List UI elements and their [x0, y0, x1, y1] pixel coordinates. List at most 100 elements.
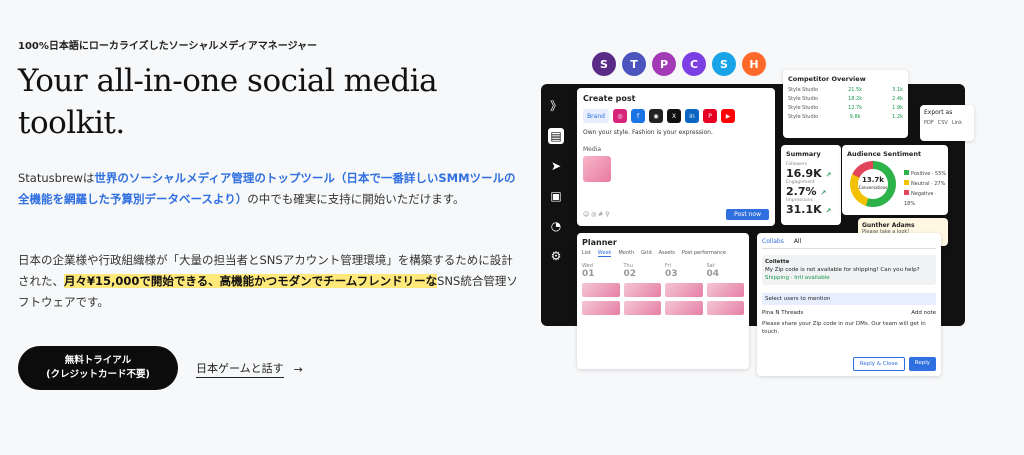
tab-post-performance[interactable]: Post performance: [682, 250, 726, 257]
planner-day: Fri 03: [665, 263, 703, 315]
competitor-value: 12.7k: [848, 105, 863, 111]
tab-collabs[interactable]: Collabs: [762, 238, 784, 245]
compose-icon[interactable]: ▤: [548, 128, 564, 144]
legend-item: Negative · 18%: [904, 189, 948, 209]
arrow-right-icon: →: [293, 362, 303, 376]
composer-tools: ☺ ◎ # ⚲: [583, 211, 610, 218]
competitor-name: Style Studio: [788, 96, 819, 102]
media-thumbnail[interactable]: [583, 156, 611, 182]
assignee-row: Pina N Threads Add note: [762, 310, 936, 316]
table-row: Style Studio 9.8k 1.2k: [788, 114, 903, 120]
inbox-icon[interactable]: ▣: [548, 188, 564, 204]
scheduled-post[interactable]: [623, 301, 661, 315]
assignee-name[interactable]: Pina N Threads: [762, 310, 803, 316]
reply-input[interactable]: Please share your Zip code in our DMs. O…: [762, 320, 936, 336]
slack-icon: S: [592, 52, 616, 76]
scheduled-post[interactable]: [582, 283, 620, 297]
publish-icon[interactable]: ➤: [548, 158, 564, 174]
audience-title: Audience Sentiment: [847, 150, 922, 158]
statusbrew-logo-icon[interactable]: 》: [548, 98, 564, 114]
youtube-icon[interactable]: ▶: [721, 109, 735, 123]
settings-icon[interactable]: ⚙: [548, 248, 564, 264]
competitor-title: Competitor Overview: [788, 75, 866, 83]
hero-paragraph-1: Statusbrewは世界のソーシャルメディア管理のトップツール（日本で一番詳し…: [18, 168, 523, 210]
legend-label: Positive · 55%: [911, 171, 947, 177]
mention-bar[interactable]: Select users to mention: [762, 293, 936, 305]
post-caption-input[interactable]: Own your style. Fashion is your expressi…: [583, 129, 769, 136]
tab-grid[interactable]: Grid: [641, 250, 652, 257]
network-selector: Brand ◎ f ◉ X in P ▶: [583, 109, 769, 123]
export-csv-button[interactable]: CSV: [938, 120, 948, 126]
competitor-value: 1.2k: [892, 114, 903, 120]
inbox-card: Collabs All Collette My Zip code is not …: [757, 233, 941, 376]
incoming-message: Collette My Zip code is not available fo…: [762, 255, 936, 285]
add-note-button[interactable]: Add note: [911, 310, 936, 316]
linkedin-icon[interactable]: in: [685, 109, 699, 123]
competitor-value: 21.5k: [848, 87, 863, 93]
reply-button[interactable]: Reply: [908, 357, 936, 371]
p1-pre: Statusbrewは: [18, 171, 95, 185]
trend-up-icon: ↗: [825, 207, 832, 215]
metric-value: 2.7%: [786, 185, 817, 198]
hero-headline: Your all-in-one social media toolkit.: [18, 63, 438, 141]
facebook-icon[interactable]: f: [631, 109, 645, 123]
canva-icon: C: [682, 52, 706, 76]
competitor-name: Style Studio: [788, 105, 819, 111]
salesforce-icon: S: [712, 52, 736, 76]
summary-title: Summary: [786, 150, 821, 158]
scheduled-post[interactable]: [665, 301, 703, 315]
export-card: Export as PDF CSV Link: [920, 105, 974, 141]
integration-icons: S T P C S H: [592, 52, 766, 76]
tab-week[interactable]: Week: [597, 250, 612, 257]
p1-post: の中でも確実に支持に開始いただけます。: [247, 192, 465, 206]
free-trial-label: 無料トライアル: [64, 355, 132, 366]
day-number: 04: [706, 269, 720, 279]
free-trial-button[interactable]: 無料トライアル (クレジットカード不要): [18, 346, 178, 390]
app-sidebar: 》 ▤ ➤ ▣ ◔ ⚙: [541, 84, 571, 316]
audience-sentiment-card: Audience Sentiment 13.7k Conversations Po…: [842, 145, 948, 215]
scheduled-post[interactable]: [582, 301, 620, 315]
planner-tabs: List Week Month Grid Assets Post perform…: [582, 250, 744, 257]
scheduled-post[interactable]: [706, 283, 744, 297]
legend-item: Positive · 55%: [904, 169, 948, 179]
competitor-value: 3.1k: [892, 87, 903, 93]
inbox-tabs: Collabs All: [762, 238, 936, 249]
media-label: Media: [583, 146, 602, 153]
table-row: Style Studio 12.7k 1.9k: [788, 105, 903, 111]
donut-value: 13.7k: [862, 176, 884, 184]
sentiment-legend: Positive · 55% Neutral · 27% Negative · …: [904, 169, 948, 209]
message-text: My Zip code is not available for shippin…: [765, 267, 920, 273]
threads-icon[interactable]: ◉: [649, 109, 663, 123]
scheduled-post[interactable]: [623, 283, 661, 297]
tab-all[interactable]: All: [794, 238, 801, 245]
table-row: Style Studio 18.2k 2.4k: [788, 96, 903, 102]
scheduled-post[interactable]: [706, 301, 744, 315]
tab-list[interactable]: List: [582, 250, 591, 257]
x-icon[interactable]: X: [667, 109, 681, 123]
hero-eyebrow: 100%日本語にローカライズしたソーシャルメディアマネージャー: [18, 41, 317, 52]
metric-value: 16.9K: [786, 167, 822, 180]
trend-up-icon: ↗: [820, 189, 827, 197]
free-trial-sublabel: (クレジットカード不要): [46, 369, 150, 380]
tab-month[interactable]: Month: [618, 250, 634, 257]
donut-label: Conversations: [858, 185, 888, 190]
export-pdf-button[interactable]: PDF: [924, 120, 934, 126]
message-tags: Shipping · Intl available: [765, 275, 830, 281]
teams-icon: T: [622, 52, 646, 76]
export-link-button[interactable]: Link: [952, 120, 962, 126]
instagram-icon[interactable]: ◎: [613, 109, 627, 123]
planner-day: Sat 04: [706, 263, 744, 315]
scheduled-post[interactable]: [665, 283, 703, 297]
tab-assets[interactable]: Assets: [659, 250, 675, 257]
demo-link-label: 日本ゲームと話す: [196, 360, 284, 378]
pinterest-icon[interactable]: P: [703, 109, 717, 123]
legend-label: Neutral · 27%: [911, 181, 946, 187]
network-brand[interactable]: Brand: [583, 109, 609, 123]
export-title: Export as: [924, 109, 953, 116]
talk-to-japan-team-link[interactable]: 日本ゲームと話す →: [196, 360, 303, 378]
legend-item: Neutral · 27%: [904, 179, 948, 189]
metric-value: 31.1K: [786, 203, 822, 216]
reply-close-button[interactable]: Reply & Close: [852, 357, 905, 371]
post-now-button[interactable]: Post now: [726, 209, 769, 220]
reports-icon[interactable]: ◔: [548, 218, 564, 234]
